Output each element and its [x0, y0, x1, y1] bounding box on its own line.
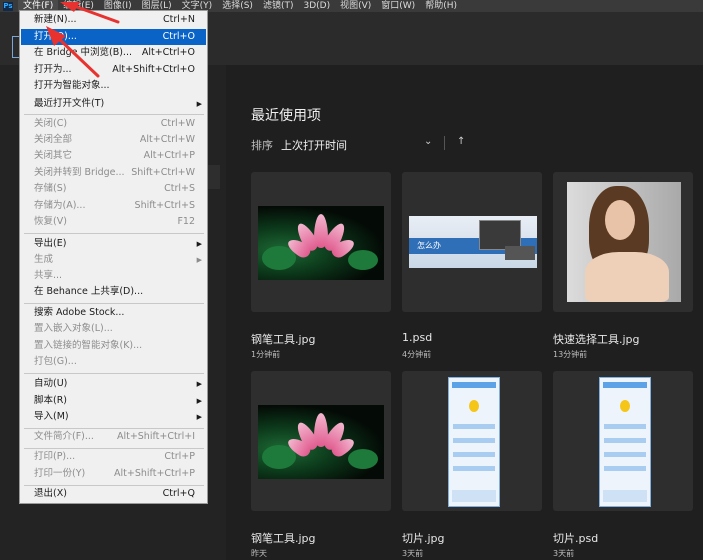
menu-window[interactable]: 窗口(W): [376, 0, 420, 12]
menu-select[interactable]: 选择(S): [217, 0, 258, 12]
menu-separator: [24, 303, 204, 304]
file-name[interactable]: 钢笔工具.jpg: [251, 331, 316, 347]
left-panel-item[interactable]: [208, 165, 220, 189]
file-time: 3天前: [402, 549, 424, 558]
sort-dropdown[interactable]: 上次打开时间: [281, 137, 347, 153]
sort-label: 排序: [251, 139, 273, 152]
file-time: 4分钟前: [402, 350, 432, 359]
menu-item-generate[interactable]: 生成 ▶: [21, 252, 206, 268]
menu-item-adobe-stock[interactable]: 搜索 Adobe Stock...: [21, 305, 206, 321]
file-time: 13分钟前: [553, 350, 588, 359]
recent-title: 最近使用项: [251, 108, 321, 124]
menu-separator: [24, 373, 204, 374]
menu-item-package[interactable]: 打包(G)...: [21, 354, 206, 370]
recent-file-thumb[interactable]: 怎么办: [402, 172, 542, 312]
menu-filter[interactable]: 滤镜(T): [258, 0, 299, 12]
menu-item-automate[interactable]: 自动(U) ▶: [21, 376, 206, 392]
menu-item-revert[interactable]: 恢复(V) F12: [21, 214, 206, 230]
menu-item-print[interactable]: 打印(P)... Ctrl+P: [21, 449, 206, 465]
recent-file-thumb[interactable]: [402, 371, 542, 511]
submenu-arrow-icon: ▶: [196, 380, 202, 388]
file-name[interactable]: 快速选择工具.jpg: [553, 331, 640, 347]
menu-item-behance[interactable]: 在 Behance 上共享(D)...: [21, 284, 206, 300]
sort-divider: [444, 136, 445, 150]
photoshop-logo-icon: Ps: [3, 1, 13, 11]
slice-poster-image: [448, 377, 500, 507]
file-time: 1分钟前: [251, 350, 281, 359]
menu-item-new[interactable]: 新建(N)... Ctrl+N: [21, 12, 206, 28]
menu-item-close-goto-bridge[interactable]: 关闭并转到 Bridge... Shift+Ctrl+W: [21, 165, 206, 181]
menu-item-scripts[interactable]: 脚本(R) ▶: [21, 393, 206, 409]
submenu-arrow-icon: ▶: [196, 100, 202, 108]
psd-thumb-text: 怎么办: [417, 241, 441, 250]
sort-up-arrow-icon[interactable]: ↑: [457, 136, 465, 147]
slice-poster-image: [599, 377, 651, 507]
recent-file-thumb[interactable]: [553, 172, 693, 312]
menu-item-place-linked[interactable]: 置入链接的智能对象(K)...: [21, 338, 206, 354]
menu-help[interactable]: 帮助(H): [420, 0, 462, 12]
recent-file-thumb[interactable]: [553, 371, 693, 511]
submenu-arrow-icon: ▶: [196, 397, 202, 405]
menu-separator: [24, 233, 204, 234]
file-name[interactable]: 切片.psd: [553, 530, 598, 546]
menu-item-close[interactable]: 关闭(C) Ctrl+W: [21, 116, 206, 132]
lotus-image: [258, 405, 384, 479]
file-name[interactable]: 切片.jpg: [402, 530, 445, 546]
submenu-arrow-icon: ▶: [196, 256, 202, 264]
submenu-arrow-icon: ▶: [196, 240, 202, 248]
recent-file-thumb[interactable]: [251, 371, 391, 511]
menu-item-save[interactable]: 存储(S) Ctrl+S: [21, 181, 206, 197]
menu-item-close-all[interactable]: 关闭全部 Alt+Ctrl+W: [21, 132, 206, 148]
menu-3d[interactable]: 3D(D): [298, 0, 335, 12]
file-menu-dropdown: 新建(N)... Ctrl+N 打开(O)... Ctrl+O 在 Bridge 中…: [19, 10, 208, 504]
menu-item-save-as[interactable]: 存储为(A)... Shift+Ctrl+S: [21, 198, 206, 214]
file-time: 3天前: [553, 549, 575, 558]
menu-item-recent-files[interactable]: 最近打开文件(T) ▶: [21, 96, 206, 112]
recent-file-thumb[interactable]: [251, 172, 391, 312]
file-name[interactable]: 1.psd: [402, 331, 432, 344]
submenu-arrow-icon: ▶: [196, 413, 202, 421]
menu-item-exit[interactable]: 退出(X) Ctrl+Q: [21, 486, 206, 502]
menu-item-export[interactable]: 导出(E) ▶: [21, 236, 206, 252]
psd-preview-image: 怎么办: [409, 216, 537, 268]
file-time: 昨天: [251, 549, 267, 558]
menu-item-open-as[interactable]: 打开为... Alt+Shift+Ctrl+O: [21, 62, 206, 78]
menu-item-place-embedded[interactable]: 置入嵌入对象(L)...: [21, 321, 206, 337]
menu-item-file-info[interactable]: 文件简介(F)... Alt+Shift+Ctrl+I: [21, 429, 206, 445]
chevron-down-icon[interactable]: ⌄: [424, 136, 432, 147]
menu-item-share[interactable]: 共享...: [21, 268, 206, 284]
menu-item-print-one[interactable]: 打印一份(Y) Alt+Shift+Ctrl+P: [21, 466, 206, 482]
menu-item-import[interactable]: 导入(M) ▶: [21, 409, 206, 425]
menu-item-close-others[interactable]: 关闭其它 Alt+Ctrl+P: [21, 148, 206, 164]
file-name[interactable]: 钢笔工具.jpg: [251, 530, 316, 546]
menu-item-open[interactable]: 打开(O)... Ctrl+O: [21, 29, 206, 45]
menu-item-open-smart-object[interactable]: 打开为智能对象...: [21, 78, 206, 94]
portrait-image: [567, 182, 681, 302]
menu-view[interactable]: 视图(V): [335, 0, 376, 12]
lotus-image: [258, 206, 384, 280]
menu-separator: [24, 114, 204, 115]
menu-item-browse-bridge[interactable]: 在 Bridge 中浏览(B)... Alt+Ctrl+O: [21, 45, 206, 61]
